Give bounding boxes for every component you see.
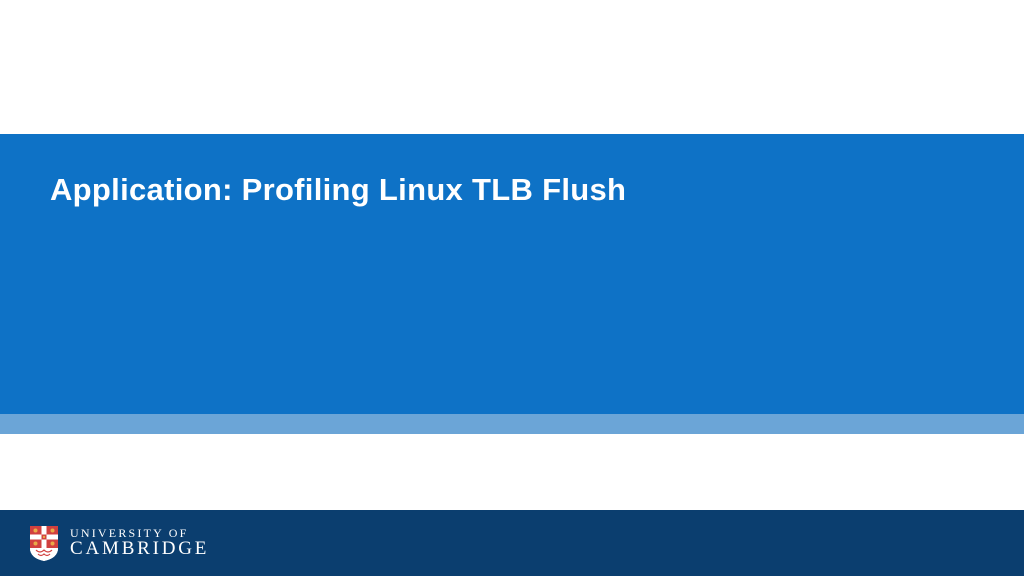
top-spacer	[0, 0, 1024, 134]
university-line2: CAMBRIDGE	[70, 539, 209, 559]
slide-title: Application: Profiling Linux TLB Flush	[50, 172, 974, 208]
cambridge-crest-icon	[28, 524, 60, 562]
footer-bar: UNIVERSITY OF CAMBRIDGE	[0, 510, 1024, 576]
university-logo: UNIVERSITY OF CAMBRIDGE	[28, 524, 209, 562]
university-name: UNIVERSITY OF CAMBRIDGE	[70, 527, 209, 560]
accent-bar	[0, 414, 1024, 434]
mid-spacer	[0, 434, 1024, 510]
title-panel: Application: Profiling Linux TLB Flush	[0, 134, 1024, 414]
